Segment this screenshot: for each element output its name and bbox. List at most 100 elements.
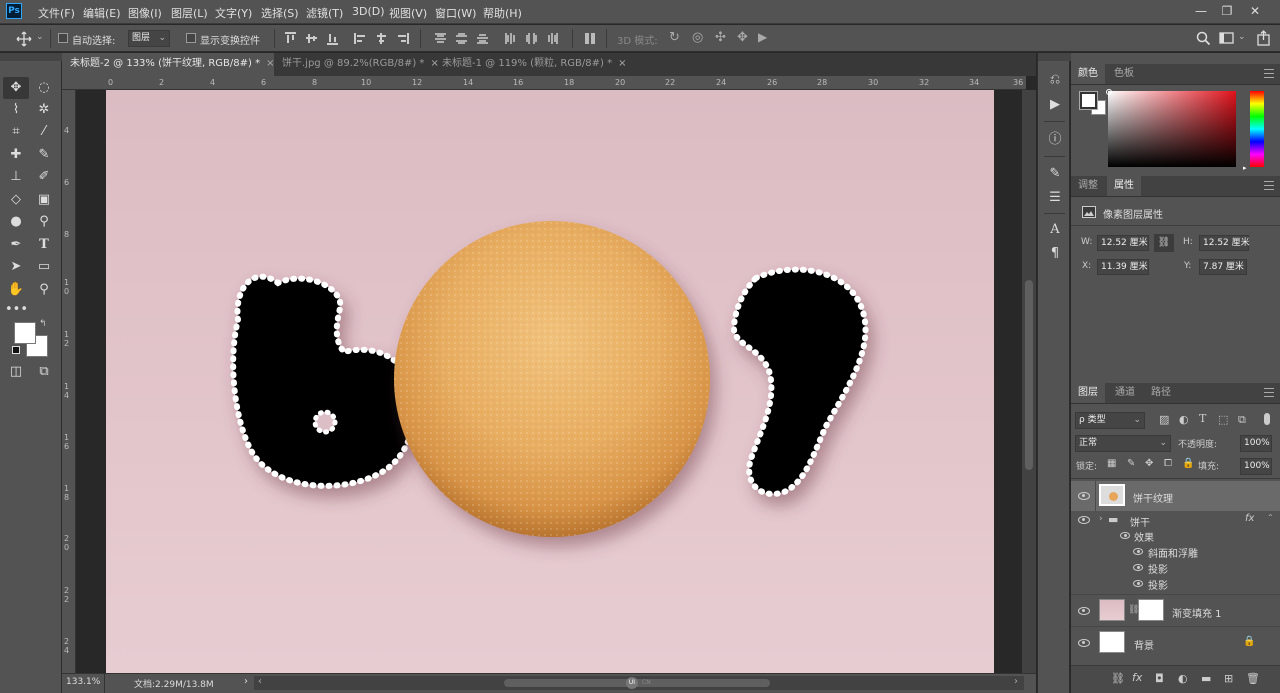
brush-icon[interactable]: ✎	[33, 144, 55, 166]
filter-shape-icon[interactable]: ⬚	[1218, 413, 1228, 426]
menu-window[interactable]: 窗口(W)	[435, 5, 476, 21]
filter-pixel-icon[interactable]: ▨	[1159, 413, 1169, 426]
add-mask-icon[interactable]: ◘	[1155, 672, 1164, 685]
visibility-eye-icon[interactable]	[1120, 532, 1130, 539]
type-tool-icon[interactable]: T	[33, 234, 55, 256]
delete-layer-icon[interactable]: 🗑	[1246, 672, 1260, 685]
auto-align-icon[interactable]	[584, 32, 597, 45]
3d-orbit-icon[interactable]: ↻	[669, 30, 680, 45]
filter-type-icon[interactable]: T	[1199, 412, 1206, 425]
tab-paths[interactable]: 路径	[1144, 383, 1178, 403]
link-layers-icon[interactable]: ⛓	[1111, 672, 1125, 685]
3d-camera-icon[interactable]: ▶	[758, 30, 767, 44]
menu-image[interactable]: 图像(I)	[128, 5, 162, 21]
show-transform-checkbox[interactable]	[186, 33, 196, 43]
hue-marker-icon[interactable]: ▸	[1243, 164, 1247, 172]
pen-icon[interactable]: ✒	[5, 234, 27, 256]
visibility-eye-icon[interactable]	[1133, 580, 1143, 587]
panel-menu-icon[interactable]	[1264, 388, 1274, 397]
tab-adjustments[interactable]: 调整	[1071, 176, 1105, 196]
character-icon[interactable]: A	[1046, 221, 1064, 239]
healing-brush-icon[interactable]: ✚	[5, 144, 27, 166]
lock-image-icon[interactable]: ✎	[1127, 458, 1135, 469]
fx-collapse-chevron-icon[interactable]: ⌃	[1267, 513, 1274, 522]
width-field[interactable]: 12.52 厘米	[1097, 235, 1149, 251]
share-icon[interactable]	[1256, 30, 1272, 46]
path-selection-icon[interactable]: ➤	[5, 256, 27, 278]
workspace-chevron-icon[interactable]: ⌄	[1238, 32, 1246, 42]
move-tool-icon[interactable]	[16, 31, 32, 47]
default-colors-icon[interactable]	[12, 346, 20, 354]
menu-view[interactable]: 视图(V)	[389, 5, 427, 21]
workspace-icon[interactable]	[1219, 31, 1235, 46]
filter-smart-object-icon[interactable]: ⧉	[1238, 413, 1246, 427]
actions-play-icon[interactable]: ▶	[1046, 96, 1064, 114]
visibility-eye-icon[interactable]	[1078, 607, 1090, 615]
panel-menu-icon[interactable]	[1264, 181, 1274, 190]
search-icon[interactable]	[1196, 31, 1211, 46]
toolbar-grip[interactable]	[0, 53, 62, 61]
menu-edit[interactable]: 编辑(E)	[83, 5, 121, 21]
menu-layer[interactable]: 图层(L)	[171, 5, 208, 21]
hue-slider[interactable]	[1250, 91, 1264, 167]
tab-swatches[interactable]: 色板	[1107, 64, 1141, 84]
tab-biscuit-jpg[interactable]: 饼干.jpg @ 89.2%(RGB/8#) * ×	[274, 53, 439, 76]
y-field[interactable]: 7.87 厘米	[1199, 259, 1247, 275]
layer-effect-bevel[interactable]: 斜面和浮雕	[1071, 544, 1280, 560]
color-picker-marker[interactable]	[1106, 89, 1112, 95]
new-group-icon[interactable]: ▬	[1201, 672, 1211, 685]
layer-row-background[interactable]: 背景 🔒	[1071, 627, 1280, 658]
visibility-eye-icon[interactable]	[1133, 564, 1143, 571]
lock-position-icon[interactable]: ✥	[1145, 458, 1153, 469]
tab-color[interactable]: 颜色	[1071, 64, 1105, 84]
dodge-icon[interactable]: ⚲	[33, 211, 55, 233]
menu-help[interactable]: 帮助(H)	[483, 5, 522, 21]
lock-transparent-icon[interactable]: ▦	[1107, 458, 1116, 469]
dock-grip[interactable]	[1038, 53, 1071, 61]
auto-select-checkbox[interactable]	[58, 33, 68, 43]
brush-settings-icon[interactable]: ✎	[1046, 165, 1064, 183]
group-expand-chevron-icon[interactable]: ›	[1099, 514, 1103, 524]
panel-menu-icon[interactable]	[1264, 69, 1274, 78]
close-tab-icon[interactable]: ×	[618, 58, 626, 69]
info-icon[interactable]: ⓘ	[1046, 131, 1064, 149]
layer-filter-dropdown[interactable]: ρ 类型 ⌄	[1075, 412, 1145, 429]
paragraph-icon[interactable]: ¶	[1046, 245, 1064, 263]
distribute-right-icon[interactable]	[546, 32, 559, 45]
scroll-left-icon[interactable]: ‹	[258, 676, 262, 687]
tool-preset-chevron-icon[interactable]: ⌄	[36, 32, 44, 42]
document-canvas[interactable]	[106, 90, 994, 673]
restore-icon[interactable]: ❐	[1216, 2, 1238, 20]
layer-row-biscuit-texture[interactable]: 饼干纹理	[1071, 481, 1280, 511]
tab-layers[interactable]: 图层	[1071, 383, 1105, 403]
layer-fx-badge[interactable]: fx	[1245, 513, 1254, 524]
swap-colors-icon[interactable]: ↰	[39, 319, 47, 329]
distribute-left-icon[interactable]	[504, 32, 517, 45]
eyedropper-icon[interactable]: ⁄	[33, 121, 55, 143]
gradient-icon[interactable]: ▣	[33, 189, 55, 211]
menu-type[interactable]: 文字(Y)	[215, 5, 252, 21]
x-field[interactable]: 11.39 厘米	[1097, 259, 1149, 275]
distribute-hcenter-icon[interactable]	[525, 32, 538, 45]
tab-document-1[interactable]: 未标题-1 @ 119% (颗粒, RGB/8#) * ×	[434, 53, 627, 76]
opacity-field[interactable]: 100%	[1240, 435, 1272, 452]
blend-mode-dropdown[interactable]: 正常 ⌄	[1075, 435, 1171, 452]
more-tools-icon[interactable]: •••	[5, 299, 28, 321]
eraser-icon[interactable]: ◇	[5, 189, 27, 211]
3d-roll-icon[interactable]: ◎	[692, 30, 703, 45]
visibility-eye-icon[interactable]	[1133, 548, 1143, 555]
blur-icon[interactable]: ●	[5, 211, 27, 233]
align-left-icon[interactable]	[354, 32, 367, 45]
status-menu-arrow-icon[interactable]: ›	[244, 676, 248, 687]
history-icon[interactable]: ⎌	[1046, 71, 1064, 89]
visibility-eye-icon[interactable]	[1078, 492, 1090, 500]
close-icon[interactable]: ✕	[1244, 2, 1266, 20]
move-icon[interactable]: ✥	[5, 77, 27, 99]
height-field[interactable]: 12.52 厘米	[1199, 235, 1250, 251]
menu-select[interactable]: 选择(S)	[261, 5, 299, 21]
lock-artboard-icon[interactable]: ⧠	[1164, 458, 1172, 469]
distribute-vcenter-icon[interactable]	[455, 32, 468, 45]
visibility-eye-icon[interactable]	[1078, 516, 1090, 524]
auto-select-dropdown[interactable]: 图层 ⌄	[128, 30, 170, 47]
adjustments-sliders-icon[interactable]: ☰	[1046, 189, 1064, 207]
